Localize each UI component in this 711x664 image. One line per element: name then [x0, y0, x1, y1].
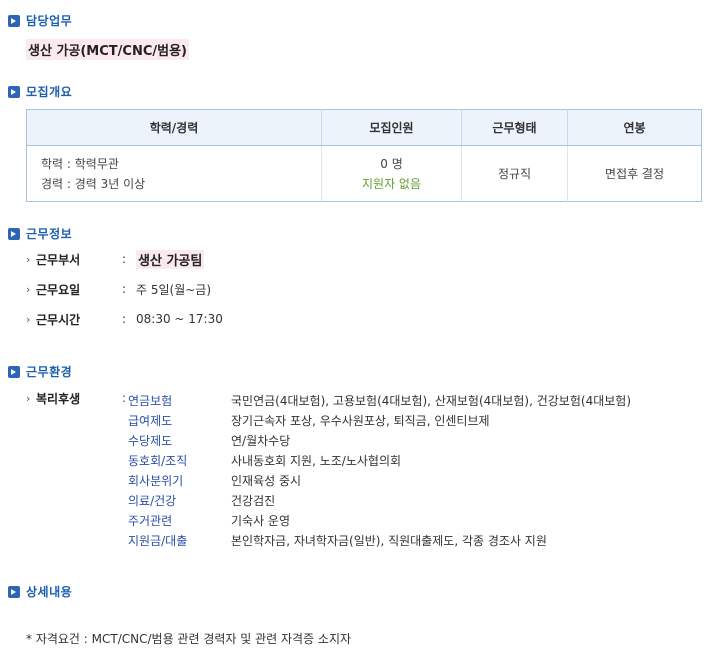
header-headcount: 모집인원 [321, 109, 462, 146]
section-title: 근무환경 [26, 365, 73, 379]
welfare-category: 회사분위기 [128, 473, 184, 488]
welfare-value: 국민연금(4대보험), 고용보험(4대보험), 산재보험(4대보험), 건강보험… [231, 393, 632, 408]
header-employment-type: 근무형태 [461, 109, 568, 146]
section-header-duty: 담당업무 [8, 12, 72, 29]
list-item: 의료/건강 건강검진 [26, 490, 706, 510]
list-item: 회사분위기 인재육성 중시 [26, 470, 706, 490]
work-dept-value: 생산 가공팀 [136, 249, 205, 269]
work-days-label: 근무요일 [36, 282, 81, 297]
header-education-career: 학력/경력 [26, 109, 322, 146]
headcount-cell: 0 명 지원자 없음 [321, 145, 462, 202]
section-header-environment: 근무환경 [8, 363, 72, 380]
table-row: 학력 : 학력무관 경력 : 경력 3년 이상 0 명 지원자 없음 정규직 면… [26, 145, 702, 202]
welfare-value: 사내동호회 지원, 노조/노사협의회 [231, 453, 402, 468]
list-item: 급여제도 장기근속자 포상, 우수사원포상, 퇴직금, 인센티브제 [26, 410, 706, 430]
work-hours-label: 근무시간 [36, 312, 81, 327]
section-title: 담당업무 [26, 14, 73, 28]
colon: : [122, 312, 127, 326]
welfare-category: 지원금/대출 [128, 533, 188, 548]
salary-cell: 면접후 결정 [604, 167, 664, 181]
welfare-category: 급여제도 [128, 413, 173, 428]
work-hours-value: 08:30 ~ 17:30 [136, 312, 223, 326]
job-title: 생산 가공(MCT/CNC/범용) [26, 39, 189, 60]
section-title: 근무정보 [26, 227, 73, 241]
work-dept-label: 근무부서 [36, 252, 81, 267]
work-hours-row: › 근무시간 : 08:30 ~ 17:30 [26, 310, 223, 328]
bullet-icon: › [26, 312, 31, 326]
section-arrow-icon [8, 585, 20, 598]
work-dept-row: › 근무부서 : 생산 가공팀 [26, 249, 205, 269]
welfare-value: 기숙사 운영 [231, 513, 291, 528]
list-item: 수당제도 연/월차수당 [26, 430, 706, 450]
welfare-category: 연금보험 [128, 393, 173, 408]
welfare-value: 장기근속자 포상, 우수사원포상, 퇴직금, 인센티브제 [231, 413, 490, 428]
section-header-work-info: 근무정보 [8, 225, 72, 242]
applicants-status: 지원자 없음 [361, 176, 421, 191]
list-item: 연금보험 국민연금(4대보험), 고용보험(4대보험), 산재보험(4대보험),… [26, 390, 706, 410]
list-item: 지원금/대출 본인학자금, 자녀학자금(일반), 직원대출제도, 각종 경조사 … [26, 530, 706, 550]
section-header-overview: 모집개요 [8, 83, 72, 100]
bullet-icon: › [26, 252, 31, 266]
list-item: 주거관련 기숙사 운영 [26, 510, 706, 530]
recruit-table: 학력/경력 모집인원 근무형태 연봉 학력 : 학력무관 경력 : 경력 3년 … [26, 109, 702, 202]
section-title: 모집개요 [26, 85, 73, 99]
welfare-category: 동호회/조직 [128, 453, 188, 468]
employment-type-cell: 정규직 [461, 145, 568, 202]
welfare-value: 건강검진 [231, 493, 276, 508]
bullet-icon: › [26, 282, 31, 296]
detail-text: * 자격요건 : MCT/CNC/범용 관련 경력자 및 관련 자격증 소지자 [26, 632, 352, 646]
welfare-category: 주거관련 [128, 513, 173, 528]
headcount-value: 0 명 [380, 156, 403, 171]
table-header-row: 학력/경력 모집인원 근무형태 연봉 [26, 109, 702, 146]
header-salary: 연봉 [567, 109, 702, 146]
welfare-value: 인재육성 중시 [231, 473, 302, 488]
education-career-cell: 학력 : 학력무관 경력 : 경력 3년 이상 [26, 145, 322, 202]
section-header-detail: 상세내용 [8, 583, 72, 600]
section-arrow-icon [8, 85, 20, 98]
colon: : [122, 252, 127, 266]
welfare-list: 연금보험 국민연금(4대보험), 고용보험(4대보험), 산재보험(4대보험),… [26, 390, 706, 550]
welfare-value: 본인학자금, 자녀학자금(일반), 직원대출제도, 각종 경조사 지원 [231, 533, 547, 548]
welfare-category: 수당제도 [128, 433, 173, 448]
work-days-value: 주 5일(월~금) [136, 282, 212, 297]
section-arrow-icon [8, 365, 20, 378]
section-title: 상세내용 [26, 585, 73, 599]
list-item: 동호회/조직 사내동호회 지원, 노조/노사협의회 [26, 450, 706, 470]
education-line: 학력 : 학력무관 [41, 156, 119, 171]
colon: : [122, 282, 127, 296]
welfare-value: 연/월차수당 [231, 433, 291, 448]
welfare-category: 의료/건강 [128, 493, 177, 508]
section-arrow-icon [8, 227, 20, 240]
career-line: 경력 : 경력 3년 이상 [41, 176, 146, 191]
work-days-row: › 근무요일 : 주 5일(월~금) [26, 280, 211, 298]
section-arrow-icon [8, 14, 20, 27]
